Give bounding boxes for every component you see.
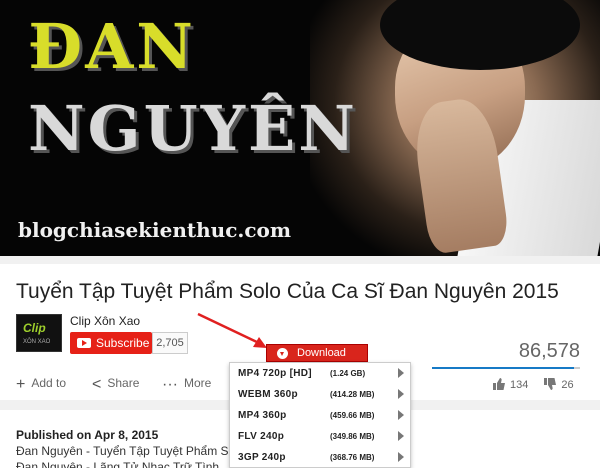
more-icon: ··· [162,376,178,393]
dislike-button[interactable]: 26 [543,378,574,391]
download-icon [277,348,288,359]
download-option-size: (414.28 MB) [330,390,375,399]
like-button[interactable]: 134 [492,378,531,391]
download-format-menu: MP4 720p [HD] (1.24 GB) WEBM 360p (414.2… [229,362,411,468]
thumbs-up-icon [493,378,505,390]
share-label: Share [107,376,140,390]
submenu-arrow-icon [398,410,404,420]
more-label: More [183,376,212,390]
subscribe-button[interactable]: Subscribe [70,332,152,354]
download-option[interactable]: FLV 240p (349.86 MB) [230,426,410,447]
youtube-play-icon [77,338,91,348]
channel-logo-subtext: XÔN XAO [23,339,51,345]
download-button[interactable]: Download [266,344,368,362]
download-option-format: MP4 720p [HD] [238,368,312,379]
description-line-1: Đan Nguyên - Tuyển Tập Tuyệt Phẩm Solo [16,444,245,458]
add-to-label: Add to [31,376,67,390]
submenu-arrow-icon [398,368,404,378]
download-option-format: FLV 240p [238,431,285,442]
share-icon: < [92,376,102,393]
watermark: blogchiasekienthuc.com [18,218,292,242]
youtube-watch-page: ĐAN NGUYÊN blogchiasekienthuc.com Tuyển … [0,0,600,468]
download-option[interactable]: MP4 720p [HD] (1.24 GB) [230,363,410,384]
channel-logo-text: Clip [23,321,46,335]
download-option-format: 3GP 240p [238,452,286,463]
download-option-size: (459.66 MB) [330,411,375,420]
download-option-format: MP4 360p [238,410,287,421]
publish-date: Published on Apr 8, 2015 [16,428,159,442]
annotation-arrow [197,312,267,348]
more-button[interactable]: ··· More [162,376,211,394]
download-label: Download [297,347,346,359]
submenu-arrow-icon [398,431,404,441]
download-option-format: WEBM 360p [238,389,298,400]
dislike-count: 26 [561,379,574,391]
add-to-button[interactable]: + Add to [16,376,66,394]
like-dislike-group: 134 26 [492,377,574,391]
video-title: Tuyển Tập Tuyệt Phẩm Solo Của Ca Sĩ Đan … [16,280,559,303]
download-option[interactable]: WEBM 360p (414.28 MB) [230,384,410,405]
download-option-size: (349.86 MB) [330,432,375,441]
download-option-size: (368.76 MB) [330,453,375,462]
submenu-arrow-icon [398,452,404,462]
download-option[interactable]: 3GP 240p (368.76 MB) [230,447,410,467]
share-button[interactable]: < Share [92,376,139,394]
banner-title-line1: ĐAN [28,10,196,83]
download-option[interactable]: MP4 360p (459.66 MB) [230,405,410,426]
like-ratio-bar [432,367,580,369]
view-count: 86,578 [518,340,580,362]
channel-logo[interactable]: Clip XÔN XAO [16,314,62,352]
subscriber-count: 2,705 [152,332,188,354]
submenu-arrow-icon [398,389,404,399]
like-count: 134 [510,379,529,391]
plus-icon: + [16,376,26,393]
thumbs-down-icon [544,378,557,390]
description-line-2: Đan Nguyên - Lãng Tử Nhạc Trữ Tình [16,460,220,468]
channel-name[interactable]: Clip Xôn Xao [70,314,140,328]
video-player[interactable]: ĐAN NGUYÊN blogchiasekienthuc.com [0,0,600,256]
subscribe-label: Subscribe [96,336,150,350]
banner-title-line2: NGUYÊN [28,92,358,165]
download-option-size: (1.24 GB) [330,369,366,378]
like-ratio-fill [432,367,575,369]
